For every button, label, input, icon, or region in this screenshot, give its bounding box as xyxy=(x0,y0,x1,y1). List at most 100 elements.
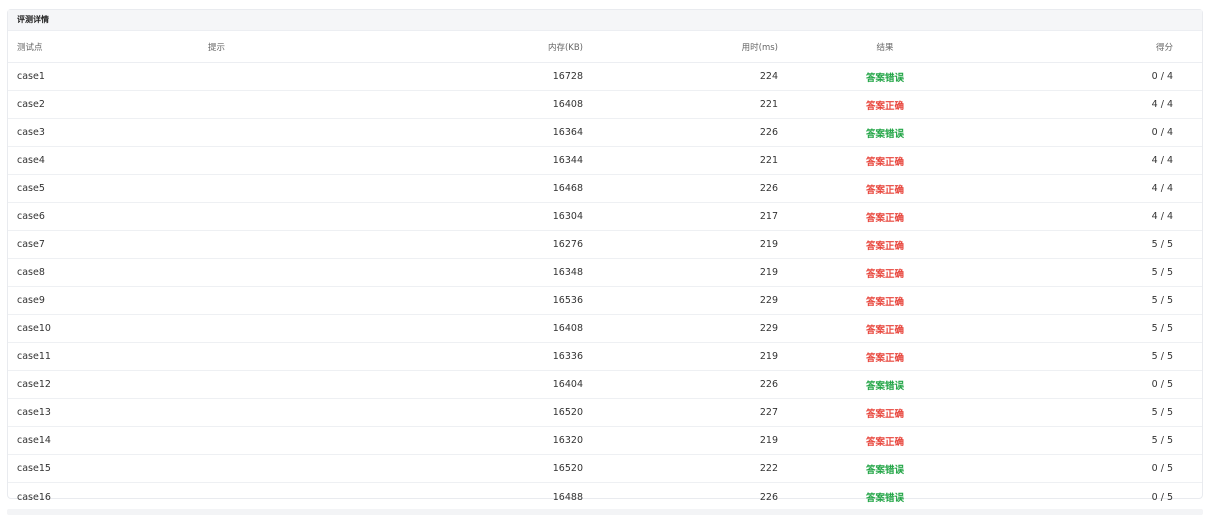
horizontal-scrollbar[interactable] xyxy=(7,509,1203,515)
hint-cell xyxy=(208,315,248,342)
result-status-cell: 答案正确 xyxy=(865,100,904,112)
column-header-memory: 内存(KB) xyxy=(547,42,583,53)
hint-cell xyxy=(208,119,248,146)
table-row: case15 16520 222 答案错误 0 / 5 xyxy=(8,455,1202,483)
testcase-name-cell: case16 xyxy=(17,491,51,503)
time-cell: 219 xyxy=(759,239,778,250)
score-cell: 4 / 4 xyxy=(1151,211,1173,222)
table-row: case9 16536 229 答案正确 5 / 5 xyxy=(8,287,1202,315)
time-cell: 219 xyxy=(759,267,778,278)
time-cell: 227 xyxy=(759,407,778,418)
score-cell: 0 / 5 xyxy=(1151,491,1173,503)
column-header-hint: 提示 xyxy=(208,42,226,53)
memory-cell: 16728 xyxy=(552,71,583,82)
table-row: case4 16344 221 答案正确 4 / 4 xyxy=(8,147,1202,175)
time-cell: 226 xyxy=(759,491,778,503)
score-cell: 5 / 5 xyxy=(1151,323,1173,334)
table-row: case3 16364 226 答案错误 0 / 4 xyxy=(8,119,1202,147)
result-status-cell: 答案正确 xyxy=(865,436,904,448)
hint-cell xyxy=(208,455,248,482)
hint-cell xyxy=(208,231,248,258)
memory-cell: 16536 xyxy=(552,295,583,306)
score-cell: 5 / 5 xyxy=(1151,267,1173,278)
memory-cell: 16408 xyxy=(552,323,583,334)
time-cell: 226 xyxy=(759,379,778,390)
table-row: case10 16408 229 答案正确 5 / 5 xyxy=(8,315,1202,343)
panel-title: 评测详情 xyxy=(8,10,1202,31)
table-row: case13 16520 227 答案正确 5 / 5 xyxy=(8,399,1202,427)
memory-cell: 16336 xyxy=(552,351,583,362)
score-cell: 5 / 5 xyxy=(1151,295,1173,306)
result-status-cell: 答案正确 xyxy=(865,324,904,336)
result-status-cell: 答案错误 xyxy=(865,128,904,140)
score-cell: 5 / 5 xyxy=(1151,407,1173,418)
time-cell: 219 xyxy=(759,435,778,446)
testcase-name-cell: case5 xyxy=(17,183,45,194)
memory-cell: 16304 xyxy=(552,211,583,222)
table-header: 测试点 提示 内存(KB) 用时(ms) 结果 得分 xyxy=(8,31,1202,63)
result-status-cell: 答案正确 xyxy=(865,156,904,168)
column-header-score: 得分 xyxy=(1155,42,1173,53)
column-header-testcase: 测试点 xyxy=(17,42,43,53)
score-cell: 5 / 5 xyxy=(1151,351,1173,362)
table-row: case5 16468 226 答案正确 4 / 4 xyxy=(8,175,1202,203)
testcase-name-cell: case9 xyxy=(17,295,45,306)
table-body: case1 16728 224 答案错误 0 / 4 case2 16408 221 答案正确 4… xyxy=(8,63,1202,511)
score-cell: 5 / 5 xyxy=(1151,435,1173,446)
testcase-name-cell: case15 xyxy=(17,463,51,474)
time-cell: 226 xyxy=(759,183,778,194)
score-cell: 4 / 4 xyxy=(1151,155,1173,166)
score-cell: 0 / 5 xyxy=(1151,463,1173,474)
table-row: case16 16488 226 答案错误 0 / 5 xyxy=(8,483,1202,511)
result-status-cell: 答案正确 xyxy=(865,212,904,224)
hint-cell xyxy=(208,427,248,454)
hint-cell xyxy=(208,63,248,90)
testcase-name-cell: case13 xyxy=(17,407,51,418)
hint-cell xyxy=(208,343,248,370)
hint-cell xyxy=(208,371,248,398)
testcase-name-cell: case12 xyxy=(17,379,51,390)
judge-details-panel: 评测详情 测试点 提示 内存(KB) 用时(ms) 结果 得分 case1 167… xyxy=(7,9,1203,504)
result-status-cell: 答案正确 xyxy=(865,240,904,252)
testcase-name-cell: case7 xyxy=(17,239,45,250)
testcase-name-cell: case14 xyxy=(17,435,51,446)
memory-cell: 16488 xyxy=(552,491,583,503)
time-cell: 221 xyxy=(759,155,778,166)
score-cell: 0 / 5 xyxy=(1151,379,1173,390)
table-row: case12 16404 226 答案错误 0 / 5 xyxy=(8,371,1202,399)
testcase-name-cell: case8 xyxy=(17,267,45,278)
result-status-cell: 答案正确 xyxy=(865,268,904,280)
result-status-cell: 答案正确 xyxy=(865,184,904,196)
result-status-cell: 答案错误 xyxy=(865,464,904,476)
result-status-cell: 答案错误 xyxy=(865,72,904,84)
memory-cell: 16468 xyxy=(552,183,583,194)
hint-cell xyxy=(208,203,248,230)
memory-cell: 16320 xyxy=(552,435,583,446)
testcase-name-cell: case10 xyxy=(17,323,51,334)
memory-cell: 16364 xyxy=(552,127,583,138)
testcase-name-cell: case1 xyxy=(17,71,45,82)
hint-cell xyxy=(208,175,248,202)
hint-cell xyxy=(208,287,248,314)
time-cell: 219 xyxy=(759,351,778,362)
memory-cell: 16344 xyxy=(552,155,583,166)
memory-cell: 16520 xyxy=(552,407,583,418)
result-status-cell: 答案错误 xyxy=(865,493,904,504)
time-cell: 224 xyxy=(759,71,778,82)
hint-cell xyxy=(208,91,248,118)
memory-cell: 16276 xyxy=(552,239,583,250)
testcase-name-cell: case6 xyxy=(17,211,45,222)
testcase-name-cell: case2 xyxy=(17,99,45,110)
table-row: case11 16336 219 答案正确 5 / 5 xyxy=(8,343,1202,371)
time-cell: 222 xyxy=(759,463,778,474)
result-status-cell: 答案正确 xyxy=(865,296,904,308)
table-row: case6 16304 217 答案正确 4 / 4 xyxy=(8,203,1202,231)
time-cell: 217 xyxy=(759,211,778,222)
score-cell: 0 / 4 xyxy=(1151,71,1173,82)
score-cell: 4 / 4 xyxy=(1151,183,1173,194)
column-header-result: 结果 xyxy=(876,42,894,53)
score-cell: 0 / 4 xyxy=(1151,127,1173,138)
score-cell: 4 / 4 xyxy=(1151,99,1173,110)
result-status-cell: 答案错误 xyxy=(865,380,904,392)
time-cell: 221 xyxy=(759,99,778,110)
